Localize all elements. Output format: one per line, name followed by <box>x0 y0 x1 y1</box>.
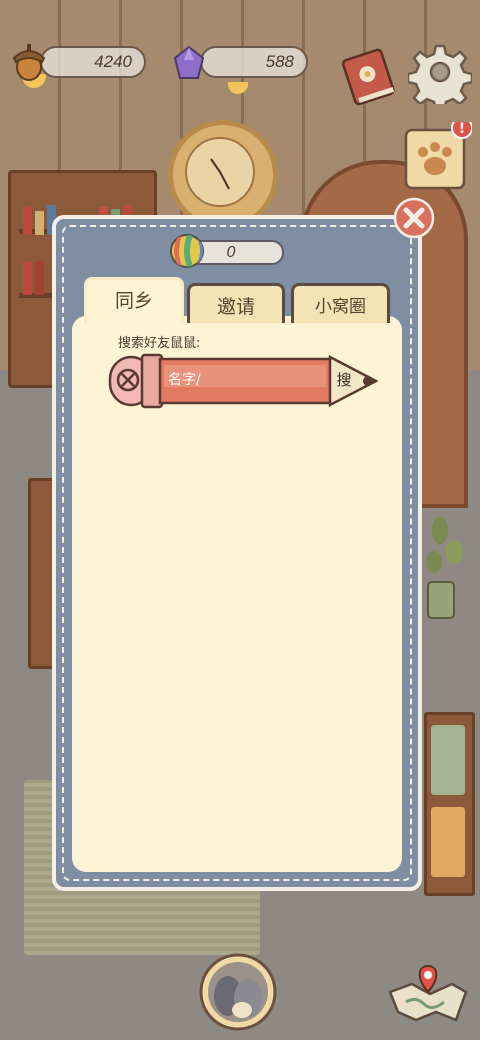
character-icon <box>199 953 277 1031</box>
search-button[interactable]: 搜 <box>330 365 358 395</box>
gem-icon <box>170 44 208 82</box>
tab-hometown[interactable]: 同乡 <box>84 277 184 323</box>
gear-icon <box>406 44 474 112</box>
potted-plant <box>420 510 468 620</box>
journal-icon <box>341 48 395 106</box>
clear-search-button[interactable] <box>108 356 158 404</box>
close-button[interactable] <box>392 196 436 240</box>
paw-icon: ! <box>404 117 473 190</box>
journal-button[interactable] <box>336 44 400 108</box>
clear-icon <box>116 368 140 392</box>
wall-clock <box>168 120 278 230</box>
acorn-icon <box>8 40 50 82</box>
ball-icon <box>168 232 206 270</box>
friend-name-input[interactable] <box>162 364 336 396</box>
map-icon <box>388 964 468 1022</box>
svg-text:!: ! <box>459 122 465 137</box>
map-button[interactable] <box>386 962 470 1024</box>
tab-invite[interactable]: 邀请 <box>187 283 285 323</box>
gem-counter: 588 <box>200 46 308 78</box>
cabinet <box>424 712 475 896</box>
character-button[interactable] <box>198 952 278 1032</box>
acorn-counter: 4240 <box>40 46 146 78</box>
close-icon <box>393 197 435 239</box>
tab-nest-circle[interactable]: 小窝圈 <box>291 283 390 323</box>
friends-paw-button[interactable]: ! <box>400 117 473 194</box>
search-label: 搜索好友鼠鼠: <box>118 336 201 351</box>
settings-button[interactable] <box>406 40 474 112</box>
